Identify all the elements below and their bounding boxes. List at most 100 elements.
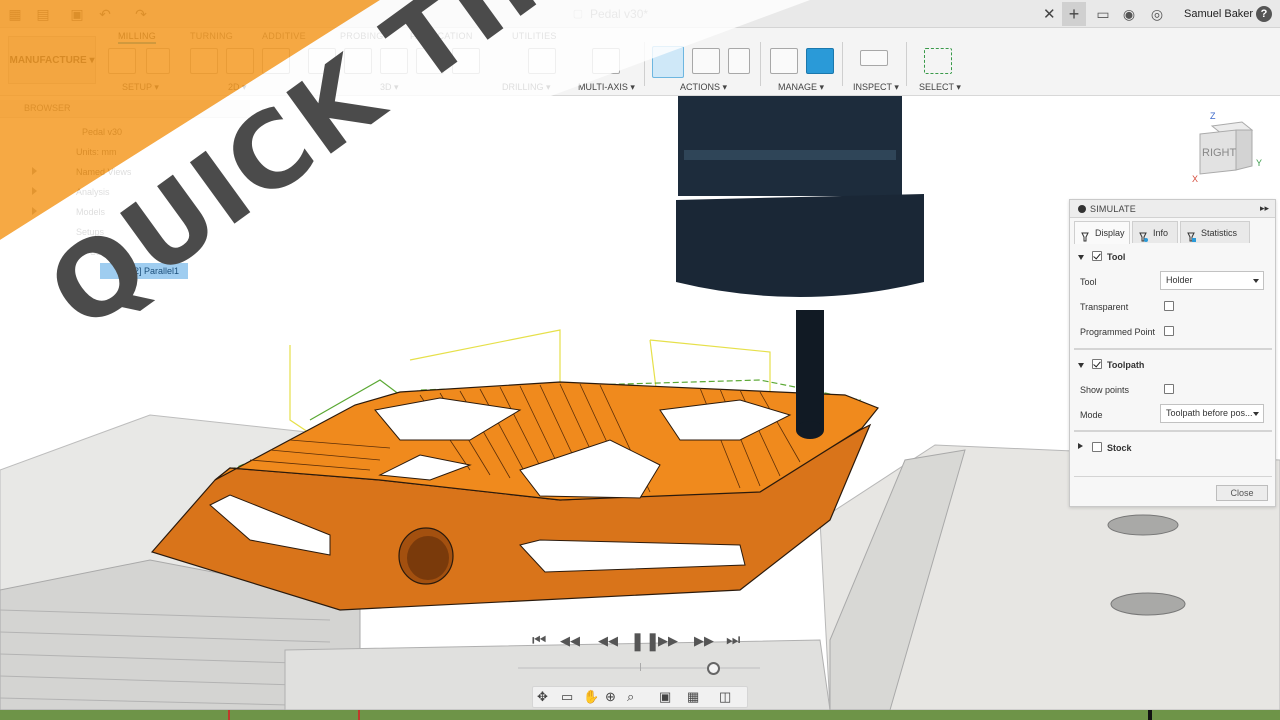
grid-icon[interactable]: ▦	[687, 689, 699, 705]
expand-arrow-icon[interactable]	[32, 207, 37, 215]
tab-statistics[interactable]: Statistics	[1180, 221, 1250, 243]
step-back-button[interactable]: ◀◀	[598, 630, 618, 652]
display-settings-icon[interactable]: ▣	[659, 689, 671, 705]
2d-adaptive-icon[interactable]	[190, 48, 218, 74]
tree-item-analysis[interactable]: Analysis	[76, 187, 110, 197]
machine-library-icon[interactable]	[806, 48, 834, 74]
tab-utilities[interactable]: UTILITIES	[512, 31, 557, 41]
2d-pocket-icon[interactable]	[226, 48, 254, 74]
actions-group-label[interactable]: ACTIONS ▾	[680, 82, 727, 93]
simulate-icon[interactable]	[652, 46, 684, 78]
multi-axis-icon[interactable]	[592, 48, 620, 74]
file-icon[interactable]: ▤	[34, 5, 52, 23]
orbit-icon[interactable]: ✥	[537, 689, 548, 705]
pan-icon[interactable]: ✋	[583, 689, 599, 705]
thread-icon[interactable]	[528, 48, 556, 74]
tree-item-document[interactable]: Pedal v30	[82, 127, 122, 137]
next-operation-button[interactable]: ▶▶	[694, 630, 714, 652]
3d-parallel-icon[interactable]	[380, 48, 408, 74]
workspace-switcher[interactable]: MANUFACTURE ▾	[8, 36, 96, 84]
simulate-panel-header[interactable]: SIMULATE ▸▸	[1070, 200, 1275, 218]
simulation-timeline[interactable]	[518, 667, 760, 669]
save-icon[interactable]: ▣	[68, 5, 86, 23]
folder-icon[interactable]	[108, 48, 136, 74]
tab-additive[interactable]: ADDITIVE	[262, 31, 306, 41]
tab-probing[interactable]: PROBING	[340, 31, 384, 41]
look-at-icon[interactable]: ▭	[561, 689, 573, 705]
expand-arrow-icon[interactable]	[32, 187, 37, 195]
panel-grip-icon[interactable]	[1078, 205, 1086, 213]
drill-icon[interactable]	[452, 48, 480, 74]
view-cube[interactable]: RIGHT Z Y X	[1190, 108, 1266, 186]
toolpath-checkbox[interactable]	[1092, 359, 1102, 369]
setup-group-label[interactable]: SETUP ▾	[122, 82, 159, 93]
notifications-icon[interactable]: ▭	[1094, 5, 1112, 23]
3d-group-label[interactable]: 3D ▾	[380, 82, 399, 93]
window-select-icon[interactable]	[924, 48, 952, 74]
help-icon[interactable]: ?	[1256, 6, 1272, 22]
toolpath-mode-value: Toolpath before pos...	[1166, 408, 1253, 418]
step-forward-button[interactable]: ▶▶	[658, 630, 678, 652]
pause-button[interactable]: ❚❚	[630, 630, 660, 652]
2d-group-label[interactable]: 2D ▾	[228, 82, 247, 93]
toolbar-separator	[644, 42, 645, 86]
tree-item-models[interactable]: Models	[76, 207, 105, 217]
stock-checkbox[interactable]	[1092, 442, 1102, 452]
tool-checkbox[interactable]	[1092, 251, 1102, 261]
zoom-icon[interactable]: ⊕	[605, 689, 616, 705]
redo-icon[interactable]: ↷	[132, 5, 150, 23]
online-status-icon[interactable]: ◎	[1148, 5, 1166, 23]
manage-group-label[interactable]: MANAGE ▾	[778, 82, 824, 93]
tab-info[interactable]: Info	[1132, 221, 1178, 243]
fit-icon[interactable]: ⌕	[627, 689, 634, 705]
drilling-group-label[interactable]: DRILLING ▾	[502, 82, 551, 93]
tool-display-select[interactable]: Holder	[1160, 271, 1264, 290]
3d-adaptive-icon[interactable]	[308, 48, 336, 74]
previous-operation-button[interactable]: ◀◀	[560, 630, 580, 652]
tree-item-named-views[interactable]: Named Views	[76, 167, 131, 177]
2d-contour-icon[interactable]	[262, 48, 290, 74]
3d-pocket-icon[interactable]	[344, 48, 372, 74]
expand-panel-icon[interactable]: ▸▸	[1260, 203, 1269, 214]
expand-arrow-icon[interactable]	[64, 267, 69, 275]
undo-icon[interactable]: ↶	[96, 5, 114, 23]
inspect-group-label[interactable]: INSPECT ▾	[853, 82, 899, 93]
3d-scallop-icon[interactable]	[416, 48, 444, 74]
new-tab-button[interactable]: +	[1062, 2, 1086, 26]
go-to-start-button[interactable]: ⏮	[532, 630, 546, 652]
close-button[interactable]: Close	[1216, 485, 1268, 501]
go-to-end-button[interactable]: ⏭	[726, 630, 740, 652]
transparent-checkbox[interactable]	[1164, 301, 1174, 311]
tool-library-icon[interactable]	[770, 48, 798, 74]
setup-sheet-icon[interactable]	[728, 48, 750, 74]
multi-axis-group-label[interactable]: MULTI-AXIS ▾	[578, 82, 635, 93]
close-tab-icon[interactable]: ✕	[1043, 5, 1056, 23]
tab-fabrication[interactable]: FABRICATION	[410, 31, 473, 41]
collapse-tool-icon[interactable]	[1078, 255, 1084, 260]
job-status-icon[interactable]: ◉	[1120, 5, 1138, 23]
tab-milling[interactable]: MILLING	[118, 31, 157, 44]
collapse-toolpath-icon[interactable]	[1078, 363, 1084, 368]
tab-display[interactable]: Display	[1074, 221, 1130, 244]
post-process-icon[interactable]	[692, 48, 720, 74]
tree-item-setups[interactable]: Setups	[76, 227, 104, 237]
tab-turning[interactable]: TURNING	[190, 31, 233, 41]
app-grid-icon[interactable]: ▦	[6, 5, 24, 23]
tree-item-setup1[interactable]: Setup1	[90, 247, 119, 257]
expand-stock-icon[interactable]	[1078, 443, 1083, 449]
measure-icon[interactable]	[860, 50, 888, 66]
new-setup-icon[interactable]	[146, 48, 170, 74]
expand-arrow-icon[interactable]	[32, 167, 37, 175]
operation-timeline-strip[interactable]	[0, 710, 1280, 720]
show-points-checkbox[interactable]	[1164, 384, 1174, 394]
user-name[interactable]: Samuel Baker	[1184, 8, 1253, 20]
timeline-scrubber[interactable]	[707, 662, 721, 675]
title-bar: ▦ ▤ ▣ ↶ ↷ ▢ Pedal v30* ✕ + ▭ ◉ ◎ Samuel …	[0, 0, 1280, 28]
tree-item-operation[interactable]: [T2] Parallel1	[100, 263, 188, 279]
browser-header[interactable]: BROWSER	[0, 100, 250, 118]
viewports-icon[interactable]: ◫	[719, 689, 731, 705]
navigation-bar: ✥ ▭ ✋ ⊕ ⌕ ▣ ▦ ◫	[532, 686, 748, 708]
select-group-label[interactable]: SELECT ▾	[919, 82, 961, 93]
toolpath-mode-select[interactable]: Toolpath before pos...	[1160, 404, 1264, 423]
programmed-point-checkbox[interactable]	[1164, 326, 1174, 336]
